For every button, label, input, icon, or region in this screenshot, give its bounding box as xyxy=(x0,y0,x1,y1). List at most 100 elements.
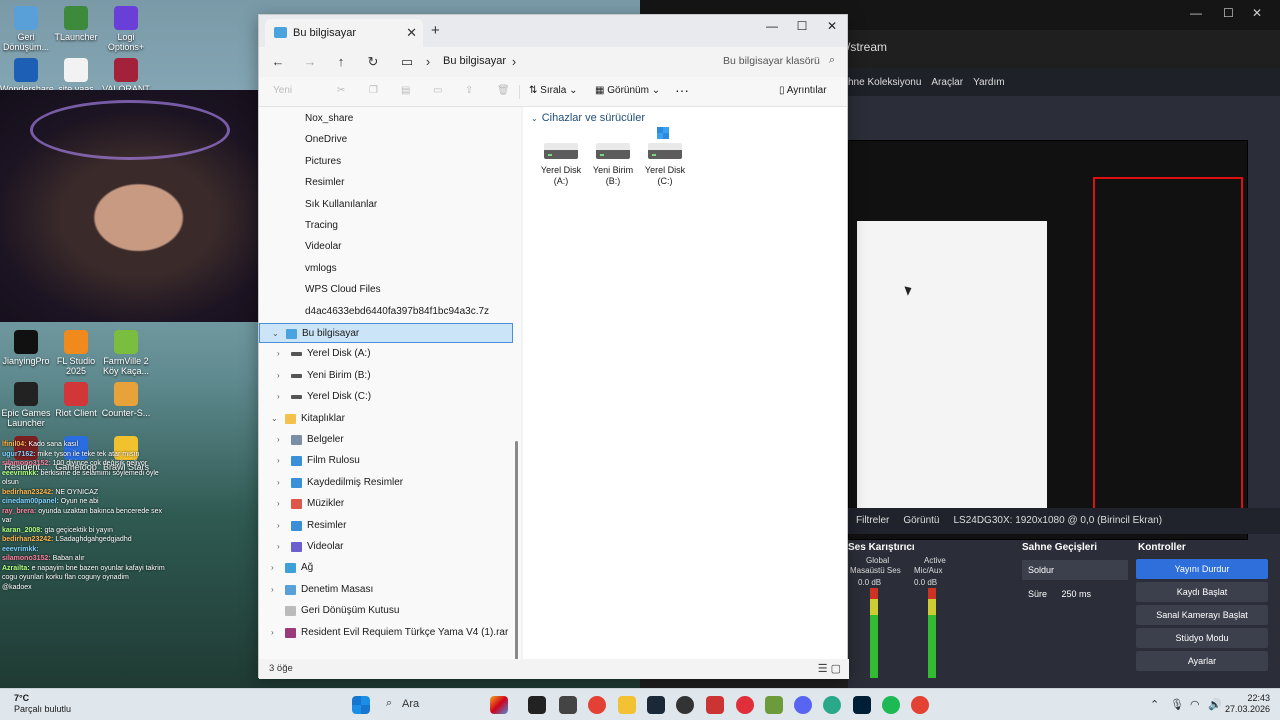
group-header[interactable]: ⌄ Cihazlar ve sürücüler xyxy=(531,112,645,124)
app-icon[interactable] xyxy=(676,696,694,714)
tree-item[interactable]: › Yerel Disk (A:) xyxy=(259,344,513,364)
spotify-icon[interactable] xyxy=(882,696,900,714)
chevron-right-icon[interactable]: › xyxy=(277,451,280,471)
tree-item[interactable]: Pictures xyxy=(259,152,513,172)
chevron-right-icon[interactable]: › xyxy=(277,387,280,407)
display-select[interactable]: LS24DG30X: 1920x1080 @ 0,0 (Birincil Ekr… xyxy=(953,515,1162,527)
app-icon[interactable] xyxy=(765,696,783,714)
refresh-icon[interactable]: ↻ xyxy=(362,52,384,72)
app-icon[interactable] xyxy=(706,696,724,714)
volume-icon[interactable]: 🔊 xyxy=(1208,698,1222,711)
monitor-icon[interactable]: ▭ xyxy=(396,52,418,72)
forward-icon[interactable]: → xyxy=(299,52,321,72)
wifi-icon[interactable]: ◠ xyxy=(1190,698,1200,711)
chevron-right-icon[interactable]: › xyxy=(277,516,280,536)
clock[interactable]: 22:43 27.03.2026 xyxy=(1225,693,1270,715)
chevron-right-icon[interactable]: › xyxy=(277,344,280,364)
obs-preview[interactable] xyxy=(848,140,1248,540)
obs-menu-item[interactable]: Yardım xyxy=(973,77,1005,96)
photoshop-icon[interactable] xyxy=(853,696,871,714)
desktop-icon-logi[interactable]: Logi Options+ xyxy=(100,6,152,52)
maximize-icon[interactable]: ☐ xyxy=(787,17,817,35)
tree-item[interactable]: Videolar xyxy=(259,237,513,257)
desktop-icon-farmville[interactable]: FarmVille 2 Köy Kaça... xyxy=(100,330,152,376)
tree-item[interactable]: › Yeni Birim (B:) xyxy=(259,366,513,386)
tree-item[interactable]: › Yerel Disk (C:) xyxy=(259,387,513,407)
desktop-icon-wondershare[interactable]: Wondershare... xyxy=(0,58,61,94)
weather-widget[interactable]: 7°C Parçalı bulutlu xyxy=(14,693,71,715)
drive-item[interactable]: Yerel Disk (A:) xyxy=(535,131,587,187)
cut-icon[interactable]: ✂ xyxy=(337,85,345,96)
tree-item[interactable]: Nox_share xyxy=(259,109,513,129)
chevron-down-icon[interactable]: ⌄ xyxy=(272,324,279,344)
new-button[interactable]: Yeni xyxy=(273,85,292,96)
more-button[interactable]: ··· xyxy=(675,82,689,98)
tree-item[interactable]: › Film Rulosu xyxy=(259,451,513,471)
studio-mode-button[interactable]: Stüdyo Modu xyxy=(1136,628,1268,648)
desktop-icon-counter[interactable]: Counter-S... xyxy=(100,382,152,418)
tree-item[interactable]: › Videolar xyxy=(259,537,513,557)
taskbar-search[interactable]: ⌕ Ara xyxy=(386,694,484,716)
stop-stream-button[interactable]: Yayını Durdur xyxy=(1136,559,1268,579)
maximize-icon[interactable]: ☐ xyxy=(1223,6,1234,20)
chrome-icon[interactable] xyxy=(588,696,606,714)
close-tab-icon[interactable]: ✕ xyxy=(406,25,417,41)
tree-item[interactable]: › Ağ xyxy=(259,558,513,578)
chevron-right-icon[interactable]: › xyxy=(277,366,280,386)
drive-item[interactable]: Yeni Birim (B:) xyxy=(587,131,639,187)
widgets-icon[interactable] xyxy=(490,696,508,714)
app-icon[interactable] xyxy=(559,696,577,714)
share-icon[interactable]: ⇪ xyxy=(465,85,473,96)
discord-icon[interactable] xyxy=(794,696,812,714)
view-toggle-icons[interactable]: ☰ ▢ xyxy=(818,662,841,675)
file-explorer-icon[interactable] xyxy=(618,696,636,714)
details-pane-button[interactable]: ▯ Ayrıntılar xyxy=(779,85,827,96)
desktop-icon-site[interactable]: site yaas xyxy=(50,58,102,94)
tree-item[interactable]: › Belgeler xyxy=(259,430,513,450)
rename-icon[interactable]: ▭ xyxy=(433,85,442,96)
copy-icon[interactable]: ❐ xyxy=(369,85,378,96)
chevron-down-icon[interactable]: ⌄ xyxy=(271,409,278,429)
tree-item[interactable]: OneDrive xyxy=(259,130,513,150)
chevron-right-icon[interactable]: › xyxy=(277,473,280,493)
obs-menu-item[interactable]: Araçlar xyxy=(931,77,963,96)
chevron-right-icon[interactable]: › xyxy=(271,558,274,578)
nav-scrollbar[interactable] xyxy=(515,441,518,663)
app-icon[interactable] xyxy=(528,696,546,714)
chevron-right-icon[interactable]: › xyxy=(277,430,280,450)
desktop-icon-tlauncher[interactable]: TLauncher xyxy=(50,6,102,42)
desktop-icon-recycle[interactable]: Geri Dönüşüm... xyxy=(0,6,52,52)
new-tab-icon[interactable]: + xyxy=(431,22,440,39)
settings-button[interactable]: Ayarlar xyxy=(1136,651,1268,671)
virtual-camera-button[interactable]: Sanal Kamerayı Başlat xyxy=(1136,605,1268,625)
chevron-right-icon[interactable]: › xyxy=(271,580,274,600)
close-icon[interactable]: ✕ xyxy=(817,17,847,35)
search-input[interactable]: Bu bilgisayar klasörü ⌕ xyxy=(721,51,841,73)
address-bar[interactable]: /stream xyxy=(845,35,1280,59)
tree-item[interactable]: › Resimler xyxy=(259,516,513,536)
close-icon[interactable]: ✕ xyxy=(1252,6,1262,20)
paste-icon[interactable]: ▤ xyxy=(401,85,410,96)
view-button[interactable]: ▦ Görünüm ⌄ xyxy=(595,85,660,96)
tree-item[interactable]: Sık Kullanılanlar xyxy=(259,195,513,215)
transition-select[interactable]: Soldur xyxy=(1022,560,1128,580)
tree-item[interactable]: ⌄ Bu bilgisayar xyxy=(259,323,513,343)
start-icon[interactable] xyxy=(352,696,370,714)
breadcrumb[interactable]: Bu bilgisayar xyxy=(443,55,506,67)
desktop-icon-jianying[interactable]: JianyingPro xyxy=(0,330,52,366)
tree-item[interactable]: › Kaydedilmiş Resimler xyxy=(259,473,513,493)
chevron-up-icon[interactable]: ⌃ xyxy=(1150,698,1159,711)
chevron-right-icon[interactable]: › xyxy=(271,623,274,643)
drive-item[interactable]: Yerel Disk (C:) xyxy=(639,127,691,187)
tree-item[interactable]: WPS Cloud Files xyxy=(259,280,513,300)
desktop-icon-riot[interactable]: Riot Client xyxy=(50,382,102,418)
minimize-icon[interactable]: — xyxy=(1190,6,1202,20)
mixer-tab[interactable]: Global xyxy=(866,556,889,565)
filters-button[interactable]: Filtreler xyxy=(856,515,889,527)
minimize-icon[interactable]: — xyxy=(757,17,787,35)
tree-item[interactable]: › Müzikler xyxy=(259,494,513,514)
explorer-tab[interactable]: Bu bilgisayar ✕ xyxy=(265,19,423,47)
opera-icon[interactable] xyxy=(736,696,754,714)
tree-item[interactable]: Resimler xyxy=(259,173,513,193)
desktop-icon-flstudio[interactable]: FL Studio 2025 xyxy=(50,330,102,376)
